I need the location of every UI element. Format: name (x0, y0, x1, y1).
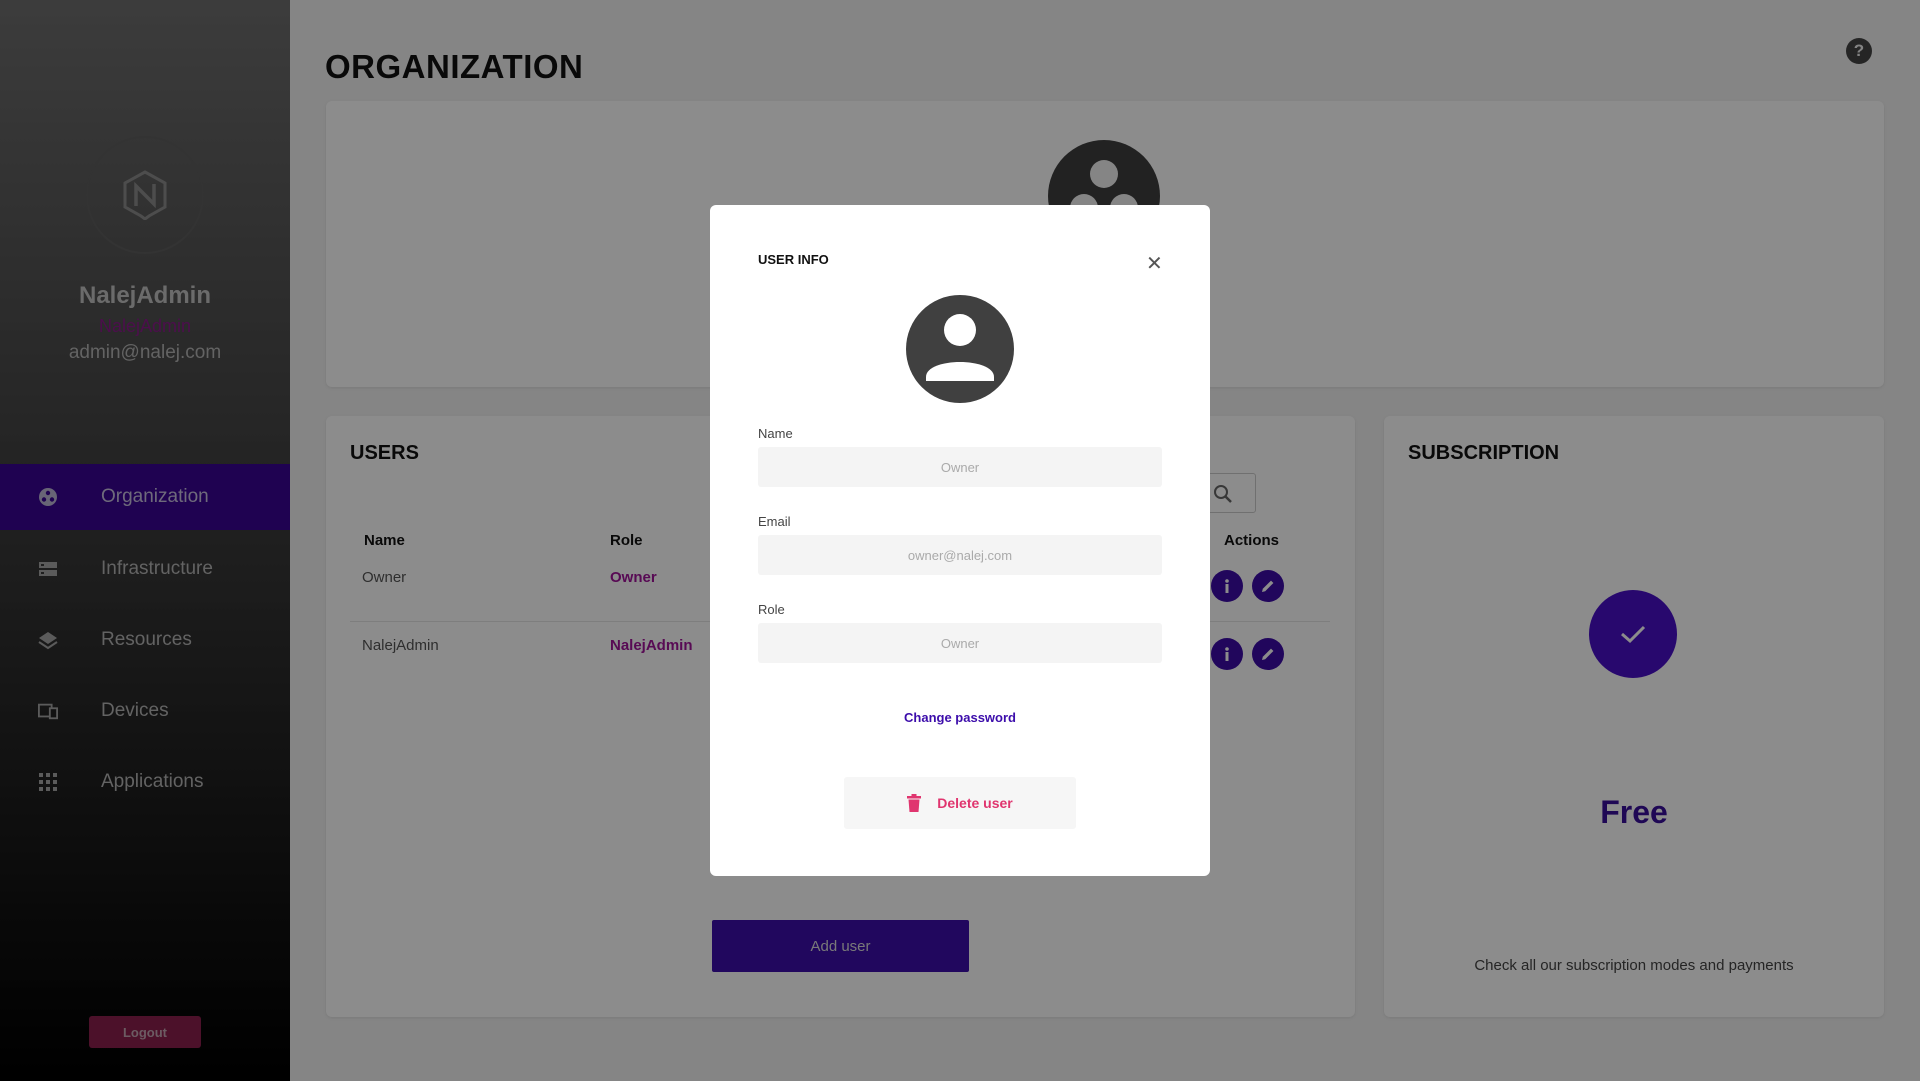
name-field[interactable]: Owner (758, 447, 1162, 487)
user-avatar-icon (906, 295, 1014, 403)
change-password-link[interactable]: Change password (710, 710, 1210, 725)
name-label: Name (758, 426, 793, 441)
delete-user-button[interactable]: Delete user (844, 777, 1076, 829)
close-icon[interactable]: ✕ (1146, 254, 1163, 274)
delete-user-label: Delete user (937, 795, 1013, 811)
email-label: Email (758, 514, 791, 529)
role-field[interactable]: Owner (758, 623, 1162, 663)
role-label: Role (758, 602, 785, 617)
email-field[interactable]: owner@nalej.com (758, 535, 1162, 575)
user-info-modal: USER INFO ✕ Name Owner Email owner@nalej… (710, 205, 1210, 876)
modal-title: USER INFO (758, 252, 829, 267)
trash-icon (907, 794, 922, 812)
